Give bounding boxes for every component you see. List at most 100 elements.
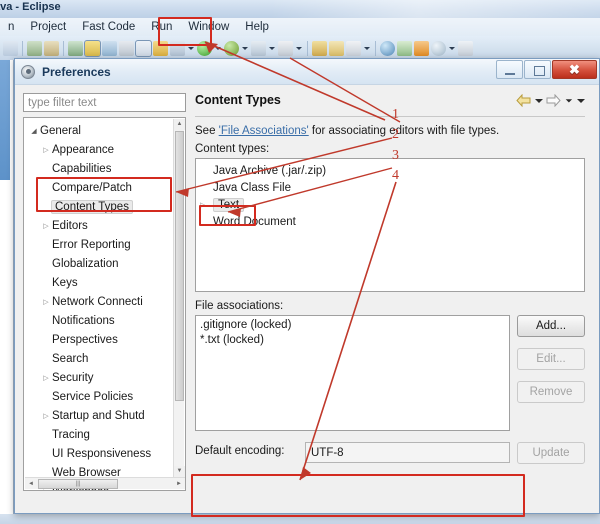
search-icon[interactable] [68, 40, 83, 56]
key-icon[interactable] [346, 40, 361, 56]
scroll-thumb[interactable] [175, 131, 184, 401]
twisty-collapsed-icon[interactable]: ▷ [40, 298, 52, 306]
menu-item-project[interactable]: Project [22, 18, 74, 36]
close-icon: ✖ [569, 62, 580, 77]
scroll-right-icon[interactable]: ► [173, 478, 185, 490]
tree-item-general[interactable]: ◢ General [24, 121, 185, 140]
twisty-collapsed-icon[interactable]: ▷ [40, 222, 52, 230]
new-java-class-icon[interactable] [278, 40, 293, 56]
run-dropdown-icon[interactable] [214, 41, 222, 55]
twisty-collapsed-icon[interactable]: ▷ [40, 146, 52, 154]
tree-horizontal-scrollbar[interactable]: ◄ ||| ► [25, 477, 185, 489]
scroll-left-icon[interactable]: ◄ [25, 478, 37, 490]
tree-item-error-reporting[interactable]: Error Reporting [24, 235, 185, 254]
default-encoding-input[interactable]: UTF-8 [305, 442, 510, 463]
file-association-row[interactable]: .gitignore (locked) [200, 319, 509, 334]
open-type-icon[interactable] [329, 40, 344, 56]
content-type-row[interactable]: Java Archive (.jar/.zip) [196, 162, 584, 179]
view-menu-icon[interactable] [576, 94, 585, 107]
eclipse-toolbar[interactable] [0, 36, 600, 60]
menu-item-window[interactable]: Window [180, 18, 237, 36]
page-navigation[interactable] [516, 94, 585, 107]
menu-item-file-partial[interactable]: n [0, 18, 22, 36]
eclipse-view-tab[interactable] [0, 60, 10, 180]
tree-item-notifications[interactable]: Notifications [24, 311, 185, 330]
tree-item-ui-responsiveness[interactable]: UI Responsiveness [24, 444, 185, 463]
content-type-label: Java Class File [213, 181, 291, 194]
menu-item-fast-code[interactable]: Fast Code [74, 18, 143, 36]
file-association-row[interactable]: *.txt (locked) [200, 334, 509, 349]
profile-dropdown-icon[interactable] [268, 41, 276, 55]
dialog-title-bar[interactable]: Preferences ✖ [15, 59, 599, 85]
tree-item-security[interactable]: ▷ Security [24, 368, 185, 387]
twisty-collapsed-icon[interactable]: ▷ [40, 412, 52, 420]
tree-item-editors[interactable]: ▷ Editors [24, 216, 185, 235]
back-arrow-icon[interactable] [516, 94, 531, 107]
twisty-expanded-icon[interactable]: ◢ [28, 127, 40, 135]
twisty-collapsed-icon[interactable]: ▷ [200, 201, 213, 209]
scroll-down-icon[interactable]: ▼ [174, 466, 185, 477]
annotation-icon[interactable] [102, 40, 117, 56]
eclipse-menu-bar[interactable]: n Project Fast Code Run Window Help [0, 18, 600, 36]
highlight-icon[interactable] [84, 39, 101, 57]
tree-vertical-scrollbar[interactable]: ▲ ▼ [173, 119, 185, 477]
forward-dropdown-icon[interactable] [565, 95, 573, 105]
text-tool-icon[interactable] [119, 40, 134, 56]
tree-item-network-connecti[interactable]: ▷ Network Connecti [24, 292, 185, 311]
maximize-button[interactable] [524, 60, 551, 79]
file-associations-link[interactable]: 'File Associations' [219, 125, 309, 137]
terminate-icon[interactable] [414, 40, 429, 56]
tree-item-capabilities[interactable]: Capabilities [24, 159, 185, 178]
outline-icon[interactable] [27, 40, 42, 56]
perspective-icon[interactable] [458, 40, 473, 56]
preferences-tree[interactable]: ◢ General ▷ Appearance Capabilities Compare/P… [23, 117, 186, 491]
tree-item-content-types[interactable]: Content Types [24, 197, 185, 216]
scroll-up-icon[interactable]: ▲ [174, 119, 185, 130]
file-associations-list[interactable]: .gitignore (locked) *.txt (locked) [195, 315, 510, 431]
build-icon[interactable] [170, 40, 185, 56]
add-button[interactable]: Add... [517, 315, 585, 337]
content-type-row[interactable]: Word Document [196, 213, 584, 230]
menu-item-run[interactable]: Run [143, 18, 180, 36]
twisty-collapsed-icon[interactable]: ▷ [40, 374, 52, 382]
refactor-icon[interactable] [44, 40, 59, 56]
hint-suffix: for associating editors with file types. [308, 125, 500, 137]
run-icon[interactable] [197, 40, 212, 56]
debug-dropdown-icon[interactable] [241, 41, 249, 55]
tree-item-service-policies[interactable]: Service Policies [24, 387, 185, 406]
history-dropdown-icon[interactable] [448, 41, 456, 55]
sync-icon[interactable] [397, 40, 412, 56]
default-encoding-row: Default encoding: UTF-8 Update [195, 442, 585, 464]
chart-icon[interactable] [135, 39, 152, 57]
content-type-row[interactable]: Java Class File [196, 179, 584, 196]
window-controls[interactable]: ✖ [496, 60, 599, 79]
tree-item-globalization[interactable]: Globalization [24, 254, 185, 273]
tree-item-search[interactable]: Search [24, 349, 185, 368]
forward-arrow-icon[interactable] [546, 94, 561, 107]
debug-icon[interactable] [224, 40, 239, 56]
menu-item-help[interactable]: Help [237, 18, 277, 36]
tree-item-startup-and-shutd[interactable]: ▷ Startup and Shutd [24, 406, 185, 425]
tree-item-compare-patch[interactable]: Compare/Patch [24, 178, 185, 197]
tree-item-tracing[interactable]: Tracing [24, 425, 185, 444]
content-type-row[interactable]: ▷ Text [196, 196, 584, 213]
filter-input[interactable]: type filter text [23, 93, 186, 112]
build-dropdown-icon[interactable] [187, 41, 195, 55]
edit-button: Edit... [517, 348, 585, 370]
close-button[interactable]: ✖ [552, 60, 597, 79]
tree-item-keys[interactable]: Keys [24, 273, 185, 292]
save-icon[interactable] [153, 40, 168, 56]
key-dropdown-icon[interactable] [363, 41, 371, 55]
undo-icon[interactable] [3, 40, 18, 56]
tree-item-perspectives[interactable]: Perspectives [24, 330, 185, 349]
new-dropdown-icon[interactable] [295, 41, 303, 55]
open-folder-icon[interactable] [312, 40, 327, 56]
tree-item-appearance[interactable]: ▷ Appearance [24, 140, 185, 159]
globe-icon[interactable] [380, 40, 395, 56]
profile-icon[interactable] [251, 40, 266, 56]
h-scroll-thumb[interactable]: ||| [38, 479, 118, 489]
back-dropdown-icon[interactable] [534, 94, 543, 107]
content-types-list[interactable]: Java Archive (.jar/.zip) Java Class File ▷… [195, 158, 585, 292]
minimize-button[interactable] [496, 60, 523, 79]
history-icon[interactable] [431, 40, 446, 56]
